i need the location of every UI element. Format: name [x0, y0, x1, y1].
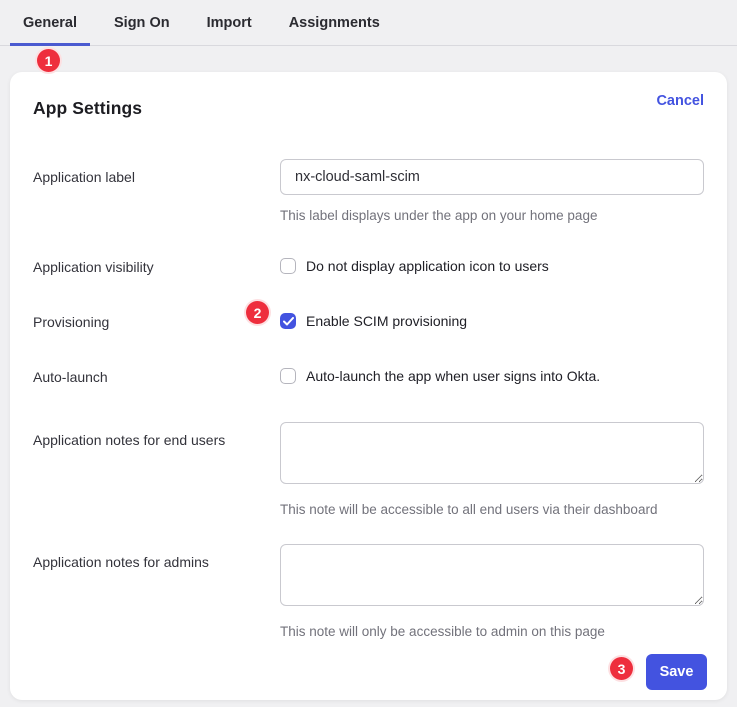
field-helper-text: This label displays under the app on you…: [280, 208, 704, 224]
step-badge-2: 2: [244, 299, 271, 326]
checkbox-label[interactable]: Do not display application icon to users: [306, 258, 549, 274]
field-label: Auto-launch: [33, 367, 280, 386]
save-button[interactable]: Save: [646, 654, 707, 690]
field-label: Application notes for admins: [33, 544, 280, 571]
card-footer: Save: [646, 654, 707, 690]
card-header: App Settings Cancel: [33, 98, 704, 119]
field-label: Application label: [33, 159, 280, 186]
tab-assignments[interactable]: Assignments: [276, 0, 393, 45]
field-label: Provisioning: [33, 312, 280, 331]
page-title: App Settings: [33, 98, 142, 119]
hide-app-icon-checkbox[interactable]: [280, 258, 296, 274]
notes-admins-textarea[interactable]: [280, 544, 704, 606]
checkbox-label[interactable]: Auto-launch the app when user signs into…: [306, 368, 600, 384]
cancel-link[interactable]: Cancel: [656, 93, 704, 109]
field-label: Application notes for end users: [33, 422, 280, 449]
form-row-notes-end-users: Application notes for end users This not…: [33, 422, 704, 518]
checkbox-label[interactable]: Enable SCIM provisioning: [306, 313, 467, 329]
tab-import[interactable]: Import: [194, 0, 265, 45]
form-row-notes-admins: Application notes for admins This note w…: [33, 544, 704, 640]
application-label-input[interactable]: [280, 159, 704, 195]
app-settings-card: App Settings Cancel Application label Th…: [10, 72, 727, 700]
app-tabs: General Sign On Import Assignments: [0, 0, 737, 46]
field-label: Application visibility: [33, 257, 280, 276]
field-helper-text: This note will be accessible to all end …: [280, 502, 704, 518]
check-icon: [283, 317, 294, 326]
tab-general[interactable]: General: [10, 0, 90, 45]
step-badge-3: 3: [608, 655, 635, 682]
form-row-application-label: Application label This label displays un…: [33, 159, 704, 224]
tab-sign-on[interactable]: Sign On: [101, 0, 183, 45]
enable-scim-checkbox[interactable]: [280, 313, 296, 329]
form-row-auto-launch: Auto-launch Auto-launch the app when use…: [33, 367, 704, 386]
step-badge-1: 1: [35, 47, 62, 74]
notes-end-users-textarea[interactable]: [280, 422, 704, 484]
field-helper-text: This note will only be accessible to adm…: [280, 624, 704, 640]
form-row-application-visibility: Application visibility Do not display ap…: [33, 257, 704, 276]
form-row-provisioning: Provisioning Enable SCIM provisioning: [33, 312, 704, 331]
auto-launch-checkbox[interactable]: [280, 368, 296, 384]
